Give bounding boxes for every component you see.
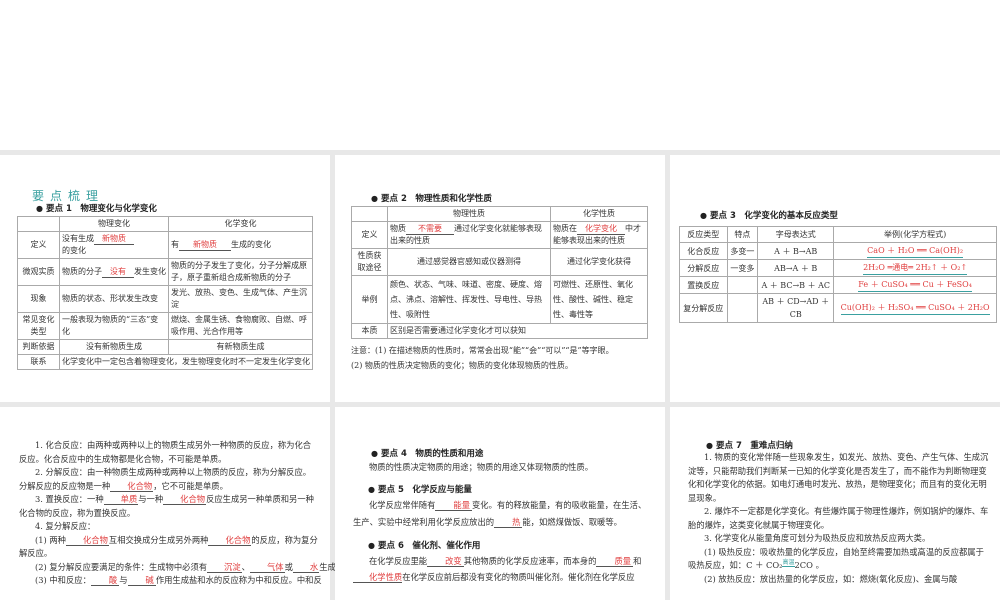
answer-blank: 化合物 — [110, 481, 154, 492]
bullet-icon: ● — [368, 485, 375, 494]
key-points-text: 1. 物质的变化常伴随一些现象发生，如发光、放热、变色、产生气体、生成沉淀等，只… — [688, 452, 989, 584]
slide-physical-chemical-change: 要点梳理 ● 要点 1 物理变化与化学变化 物理变化 化学变化 定义 没有生成 新物质… — [0, 155, 330, 402]
bullet-icon: ● — [371, 449, 378, 458]
answer-blank: 新物质 — [179, 240, 231, 251]
answer-blank: 碱 — [127, 575, 156, 586]
table-row: 复分解反应 AB ＋ CD→AD ＋ CB Cu(OH)₂ ＋ H₂SO₄ ══ C… — [679, 293, 997, 323]
point-2-title: ● 要点 2 物理性质和化学性质 — [371, 194, 492, 204]
table-row: 判断依据 没有新物质生成 有新物质生成 — [17, 339, 313, 355]
reaction-types-table: 反应类型 特点 字母表达式 举例(化学方程式) 化合反应 多变一 A ＋ B→AB CaO … — [679, 226, 997, 323]
table-row: 常见变化类型 一般表现为物质的“三态”变化 燃烧、金属生锈、食物腐败、自燃、呼吸作用… — [17, 312, 313, 340]
equation: Cu(OH)₂ ＋ H₂SO₄ ══ CuSO₄ ＋ 2H₂O — [840, 301, 990, 315]
table-row: 化合反应 多变一 A ＋ B→AB CaO ＋ H₂O ══ Ca(OH)₂ — [679, 242, 997, 260]
answer-blank: 化合物 — [163, 494, 207, 505]
table-row: 本质 区别是否需要通过化学变化才可以获知 — [351, 323, 648, 339]
point-6-title: ● 要点 6 催化剂、催化作用 — [368, 541, 481, 551]
answer-blank: 新物质 — [94, 234, 134, 245]
bullet-icon: ● — [368, 541, 375, 550]
bullet-icon: ● — [700, 211, 707, 220]
slide-reaction-definitions: 1. 化合反应：由两种或两种以上的物质生成另外一种物质的反应，称为化合反应。化合… — [0, 407, 345, 600]
point-7-title: ● 要点 7 重难点归纳 — [706, 441, 793, 451]
reaction-condition: 高温 — [782, 559, 795, 567]
answer-blank: 能量 — [435, 500, 472, 511]
answer-blank: 改变 — [427, 556, 464, 567]
bullet-icon: ● — [706, 441, 713, 450]
equation: 2H₂O ═通电═ 2H₂↑ ＋ O₂↑ — [863, 261, 968, 275]
answer-blank: 质量 — [596, 556, 634, 567]
answer-blank: 热 — [494, 517, 523, 528]
equation: Fe ＋ CuSO₄ ══ Cu ＋ FeSO₄ — [858, 278, 972, 292]
bullet-icon: ● — [36, 204, 43, 213]
table-row: 微观实质 物质的分子 没有 发生变化 物质的分子发生了变化，分子分解成原子，原子重新… — [17, 258, 313, 286]
table-row: 定义 物质 不需要 通过化学变化就能够表现出来的性质 物质在 化学变化 中才能够表现出来… — [351, 221, 648, 249]
properties-table: 物理性质 化学性质 定义 物质 不需要 通过化学变化就能够表现出来的性质 物质在 化学变… — [351, 206, 648, 339]
answer-blank: 水 — [292, 562, 320, 573]
answer-blank: 沉淀 — [207, 562, 242, 573]
answer-blank: 气体 — [249, 562, 285, 573]
point-3-title: ● 要点 3 化学变化的基本反应类型 — [700, 211, 838, 221]
table-row: 联系 化学变化中一定包含着物理变化，发生物理变化时不一定发生化学变化 — [17, 354, 313, 370]
table-row: 置换反应 A ＋ BC→B ＋ AC Fe ＋ CuSO₄ ══ Cu ＋ FeSO… — [679, 276, 997, 294]
equation: CaO ＋ H₂O ══ Ca(OH)₂ — [867, 244, 964, 258]
point-1-title: ● 要点 1 物理变化与化学变化 — [36, 204, 157, 214]
table-row: 现象 物质的状态、形状发生改变 发光、放热、变色、生成气体、产生沉淀 — [17, 285, 313, 313]
slide-properties: ● 要点 2 物理性质和化学性质 物理性质 化学性质 定义 物质 不需要 通过化学变化就… — [335, 155, 665, 402]
slide-key-points: ● 要点 7 重难点归纳 1. 物质的变化常伴随一些现象发生，如发光、放热、变色、… — [670, 407, 1000, 600]
slide-properties-energy-catalyst: ● 要点 4 物质的性质和用途 物质的性质决定物质的用途；物质的用途又体现物质的性… — [335, 407, 665, 600]
answer-blank: 单质 — [103, 494, 139, 505]
table-row: 分解反应 一变多 AB→A ＋ B 2H₂O ═通电═ 2H₂↑ ＋ O₂↑ — [679, 259, 997, 277]
table-row: 定义 没有生成 新物质 的变化 有新物质 生成的变化 — [17, 231, 313, 259]
point-5-title: ● 要点 5 化学反应与能量 — [368, 485, 472, 495]
answer-blank: 化合物 — [208, 535, 252, 546]
table-row: 性质获取途径 通过感觉器官感知或仪器测得 通过化学变化获得 — [351, 248, 648, 276]
reaction-definitions-text: 1. 化合反应：由两种或两种以上的物质生成另外一种物质的反应，称为化合反应。化合… — [19, 440, 345, 586]
point-4-title: ● 要点 4 物质的性质和用途 — [371, 449, 484, 459]
answer-blank: 酸 — [90, 575, 120, 586]
answer-blank: 不需要 — [406, 224, 454, 235]
answer-blank: 化学性质 — [353, 572, 403, 583]
table-row: 举例 颜色、状态、气味、味道、密度、硬度、熔点、沸点、溶解性、挥发性、导电性、导热… — [351, 275, 648, 324]
answer-blank: 化合物 — [65, 535, 109, 546]
slide-reaction-types: ● 要点 3 化学变化的基本反应类型 反应类型 特点 字母表达式 举例(化学方程式) 化… — [670, 155, 1000, 402]
answer-blank: 没有 — [102, 267, 134, 278]
answer-blank: 化学变化 — [577, 224, 625, 235]
bullet-icon: ● — [371, 194, 378, 203]
change-table: 物理变化 化学变化 定义 没有生成 新物质 的变化 有新物质 生成的变化 微观实质 物质… — [17, 216, 313, 370]
notes: 注意：(1) 在描述物质的性质时，常常会出现“能”“会”“可以”“是”等字眼。 … — [351, 346, 614, 370]
